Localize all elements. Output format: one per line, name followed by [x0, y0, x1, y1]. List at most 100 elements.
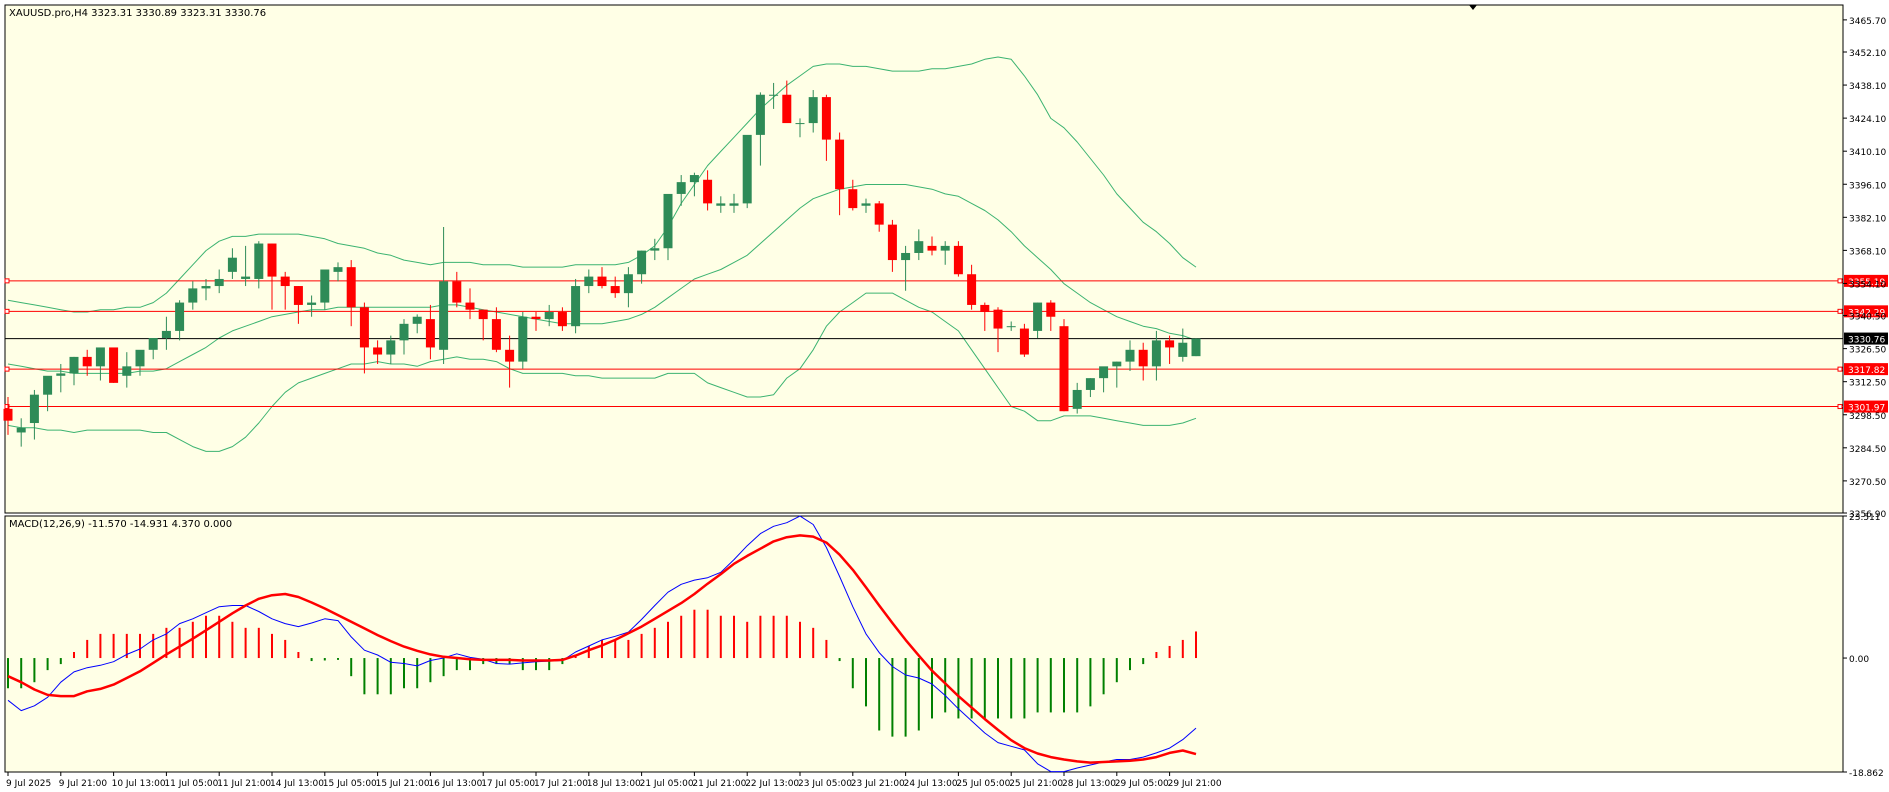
- candle-body: [795, 123, 805, 125]
- candle-body: [927, 245, 937, 251]
- candle-body: [610, 286, 620, 294]
- macd-info-label: MACD(12,26,9) -11.570 -14.931 4.370 0.00…: [9, 519, 232, 530]
- candle-body: [769, 94, 779, 96]
- time-tick-label: 21 Jul 05:00: [640, 779, 694, 789]
- price-tick-label: 3270.50: [1849, 478, 1886, 488]
- candle-body: [597, 276, 607, 287]
- candle-body: [465, 302, 475, 310]
- level-right-marker: [1837, 366, 1843, 372]
- candle-body: [755, 94, 765, 135]
- candle-body: [29, 394, 39, 424]
- candle-body: [82, 356, 92, 367]
- price-tick-label: 3382.10: [1849, 214, 1886, 224]
- time-tick-label: 15 Jul 05:00: [323, 779, 377, 789]
- candle-body: [148, 337, 158, 350]
- macd-tick-label: 0.00: [1849, 655, 1869, 665]
- candle-body: [135, 349, 145, 367]
- candle-body: [359, 307, 369, 348]
- bull-candle: [518, 312, 528, 369]
- candle-body: [254, 243, 264, 279]
- candle-body: [122, 366, 132, 376]
- candle-body: [1125, 349, 1135, 362]
- candle-body: [887, 224, 897, 261]
- level-right-marker: [1837, 278, 1843, 284]
- candle-body: [729, 203, 739, 206]
- candle-body: [544, 312, 554, 320]
- candle-body: [821, 97, 831, 140]
- bull-candle: [742, 134, 752, 209]
- price-tick-label: 3410.10: [1849, 148, 1886, 158]
- candle-body: [914, 241, 924, 253]
- price-tick-label: 3438.10: [1849, 82, 1886, 92]
- candle-body: [43, 375, 53, 395]
- price-tick-label: 3354.10: [1849, 280, 1886, 290]
- bear-candle: [1059, 319, 1069, 412]
- candle-body: [663, 193, 673, 249]
- bull-candle: [571, 278, 581, 334]
- bull-candle: [1191, 338, 1201, 357]
- candle-body: [505, 349, 515, 362]
- candle-body: [782, 94, 792, 124]
- time-tick-label: 11 Jul 05:00: [164, 779, 218, 789]
- candle-body: [808, 97, 818, 124]
- candle-body: [557, 312, 567, 327]
- trading-chart[interactable]: 3355.193342.293330.763317.823301.97 3465…: [0, 0, 1889, 792]
- candle-body: [1138, 349, 1148, 367]
- candle-body: [703, 179, 713, 204]
- candle-body: [412, 316, 422, 324]
- candle-body: [56, 373, 66, 376]
- bear-candle: [1019, 323, 1029, 357]
- time-tick-label: 29 Jul 21:00: [1168, 779, 1222, 789]
- candle-body: [1191, 338, 1201, 357]
- time-tick-label: 21 Jul 21:00: [692, 779, 746, 789]
- time-tick-label: 17 Jul 21:00: [534, 779, 588, 789]
- level-price-label: 3330.76: [1848, 336, 1885, 346]
- time-tick-label: 24 Jul 13:00: [904, 779, 958, 789]
- candle-body: [201, 286, 211, 289]
- bear-candle: [109, 347, 119, 383]
- candle-body: [478, 309, 488, 320]
- candle-body: [1099, 366, 1109, 379]
- price-tick-label: 3465.70: [1849, 17, 1886, 27]
- candle-body: [874, 203, 884, 225]
- candle-body: [293, 286, 303, 305]
- macd-panel[interactable]: [4, 515, 1844, 773]
- candle-body: [650, 248, 660, 251]
- candle-body: [1072, 389, 1082, 409]
- candle-body: [346, 267, 356, 308]
- time-tick-label: 29 Jul 05:00: [1115, 779, 1169, 789]
- level-right-marker: [1837, 404, 1843, 410]
- price-tick-label: 3284.50: [1849, 445, 1886, 455]
- candle-body: [571, 286, 581, 327]
- candle-body: [161, 330, 171, 338]
- candle-body: [491, 319, 501, 350]
- candle-body: [333, 267, 343, 272]
- candle-body: [531, 316, 541, 320]
- candle-body: [241, 276, 251, 279]
- time-tick-label: 22 Jul 13:00: [745, 779, 799, 789]
- candle-body: [1033, 302, 1043, 331]
- price-panel[interactable]: [4, 4, 1844, 514]
- candle-body: [439, 281, 449, 350]
- candle-body: [280, 276, 290, 287]
- candle-body: [1151, 340, 1161, 367]
- macd-tick-label: 23.511: [1849, 513, 1881, 523]
- time-tick-label: 25 Jul 05:00: [956, 779, 1010, 789]
- candle-body: [518, 316, 528, 362]
- time-tick-label: 28 Jul 13:00: [1062, 779, 1116, 789]
- candle-body: [425, 319, 435, 348]
- candle-body: [623, 274, 633, 294]
- candle-body: [109, 347, 119, 383]
- candle-body: [69, 356, 79, 374]
- level-left-marker: [4, 308, 10, 314]
- candle-body: [227, 257, 237, 272]
- macd-tick-label: -18.862: [1849, 769, 1884, 779]
- time-tick-label: 17 Jul 05:00: [481, 779, 535, 789]
- symbol-info-label: XAUUSD.pro,H4 3323.31 3330.89 3323.31 33…: [9, 8, 266, 19]
- candle-body: [742, 134, 752, 204]
- candle-body: [584, 276, 594, 287]
- candle-body: [716, 203, 726, 206]
- time-tick-label: 16 Jul 13:00: [428, 779, 482, 789]
- candle-body: [3, 408, 13, 421]
- candle-body: [967, 274, 977, 305]
